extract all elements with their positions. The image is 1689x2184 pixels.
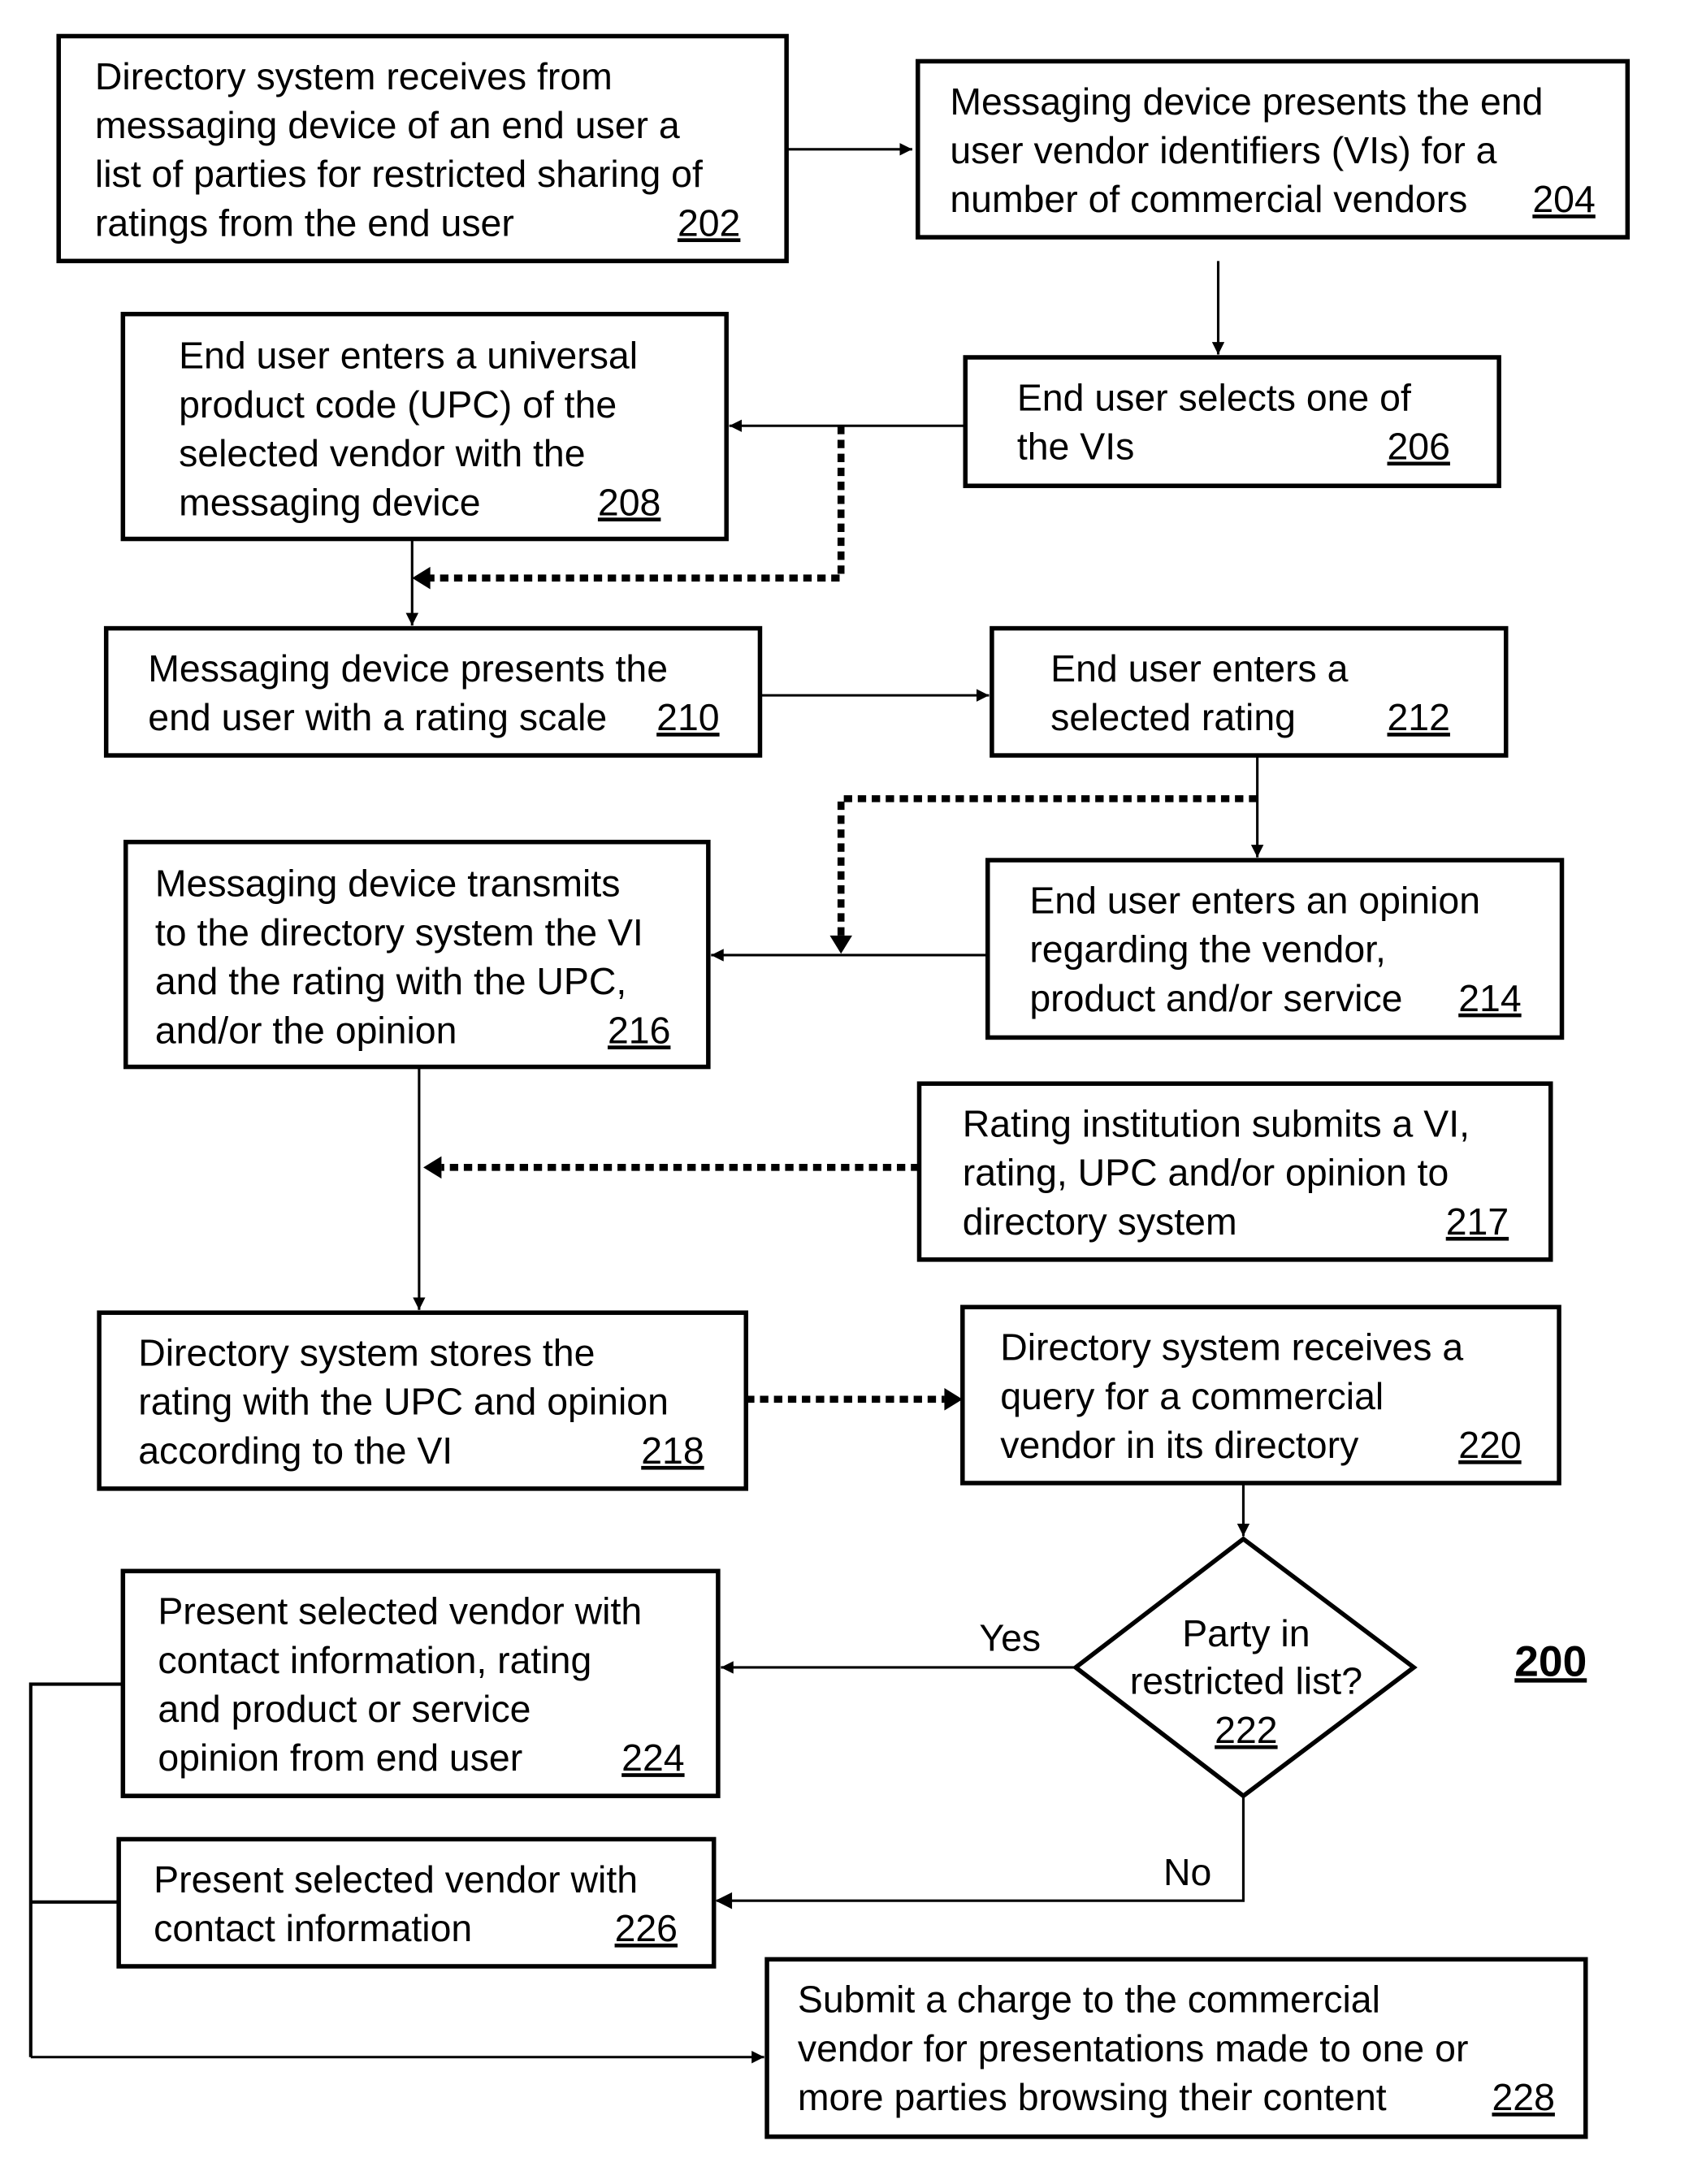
- step-210-line: end user with a rating scale: [148, 696, 607, 738]
- step-210-ref: 210: [656, 696, 719, 738]
- step-204-line: number of commercial vendors: [950, 178, 1467, 220]
- step-202: Directory system receives from messaging…: [56, 33, 789, 264]
- step-226-ref: 226: [615, 1907, 678, 1949]
- step-218: Directory system stores the rating with …: [97, 1310, 749, 1491]
- step-206-ref: 206: [1388, 426, 1450, 468]
- step-217-line: rating, UPC and/or opinion to: [963, 1152, 1449, 1194]
- step-214-line: End user enters an opinion: [1029, 879, 1480, 921]
- dashed-arrowhead-220: [944, 1388, 963, 1411]
- step-214-ref: 214: [1458, 977, 1521, 1019]
- step-214: End user enters an opinion regarding the…: [985, 858, 1565, 1040]
- step-218-ref: 218: [641, 1429, 704, 1472]
- step-226-line: Present selected vendor with: [154, 1858, 638, 1901]
- step-202-line: messaging device of an end user a: [95, 104, 680, 146]
- step-206-line: the VIs: [1017, 426, 1134, 468]
- step-216-ref: 216: [608, 1009, 670, 1051]
- step-208-line: selected vendor with the: [179, 432, 585, 474]
- step-228: Submit a charge to the commercial vendor…: [764, 1957, 1588, 2139]
- step-218-line: Directory system stores the: [138, 1332, 595, 1374]
- figure-label: 200: [1514, 1637, 1587, 1685]
- decision-222: Party in restricted list? 222: [1072, 1536, 1418, 1799]
- arrowhead-226: [715, 1892, 733, 1909]
- branch-no-label: No: [1163, 1851, 1211, 1893]
- step-204-line: Messaging device presents the end: [950, 80, 1543, 123]
- step-202-line: ratings from the end user: [95, 201, 514, 244]
- step-208-line: product code (UPC) of the: [179, 383, 617, 426]
- step-217-ref: 217: [1446, 1200, 1509, 1243]
- step-212-ref: 212: [1388, 696, 1450, 738]
- step-212-line: End user enters a: [1050, 647, 1349, 690]
- step-202-line: Directory system receives from: [95, 55, 613, 97]
- step-217: Rating institution submits a VI, rating,…: [916, 1081, 1553, 1262]
- step-212-line: selected rating: [1050, 696, 1296, 738]
- step-224-ref: 224: [621, 1736, 684, 1779]
- step-208: End user enters a universal product code…: [120, 311, 729, 542]
- step-204-line: user vendor identifiers (VIs) for a: [950, 129, 1496, 171]
- step-216-line: and/or the opinion: [155, 1009, 457, 1051]
- step-206: End user selects one of the VIs 206: [963, 355, 1501, 488]
- dashed-arrowhead-210: [412, 566, 431, 590]
- decision-222-line: Party in: [1182, 1612, 1310, 1654]
- step-220-line: vendor in its directory: [1000, 1424, 1359, 1466]
- step-212: End user enters a selected rating 212: [990, 625, 1509, 758]
- step-206-line: End user selects one of: [1017, 376, 1411, 418]
- decision-222-ref: 222: [1215, 1709, 1277, 1751]
- step-214-line: regarding the vendor,: [1029, 928, 1386, 971]
- step-228-line: more parties browsing their content: [798, 2076, 1387, 2118]
- step-208-line: End user enters a universal: [179, 335, 638, 377]
- step-220-ref: 220: [1458, 1424, 1521, 1466]
- step-204-ref: 204: [1532, 178, 1595, 220]
- step-224-line: contact information, rating: [158, 1639, 591, 1681]
- step-208-line: messaging device: [179, 481, 480, 523]
- connector-224-226-to-228: [28, 1682, 123, 2057]
- step-202-line: list of parties for restricted sharing o…: [95, 153, 703, 195]
- step-216-line: Messaging device transmits: [155, 863, 621, 905]
- step-218-line: rating with the UPC and opinion: [138, 1381, 669, 1423]
- step-226-line: contact information: [154, 1907, 472, 1949]
- step-226: Present selected vendor with contact inf…: [116, 1836, 717, 1969]
- branch-yes-label: Yes: [979, 1616, 1041, 1659]
- step-228-ref: 228: [1492, 2076, 1554, 2118]
- step-224-line: and product or service: [158, 1688, 531, 1730]
- dashed-arrowhead-216: [829, 935, 852, 954]
- step-210: Messaging device presents the end user w…: [103, 625, 763, 758]
- step-210-line: Messaging device presents the: [148, 647, 668, 690]
- step-216-line: and the rating with the UPC,: [155, 960, 626, 1002]
- flowchart-200: Directory system receives from messaging…: [28, 33, 1631, 2139]
- step-204: Messaging device presents the end user v…: [916, 58, 1631, 240]
- step-228-line: vendor for presentations made to one or: [798, 2027, 1469, 2069]
- step-217-line: directory system: [963, 1200, 1237, 1243]
- step-218-line: according to the VI: [138, 1429, 453, 1472]
- decision-222-line: restricted list?: [1130, 1660, 1362, 1702]
- step-224-line: Present selected vendor with: [158, 1590, 642, 1633]
- step-220-line: Directory system receives a: [1000, 1326, 1463, 1369]
- step-220: Directory system receives a query for a …: [960, 1304, 1561, 1486]
- step-216: Messaging device transmits to the direct…: [123, 839, 711, 1070]
- step-220-line: query for a commercial: [1000, 1375, 1384, 1417]
- step-208-ref: 208: [598, 481, 660, 523]
- step-202-ref: 202: [678, 201, 740, 244]
- step-216-line: to the directory system the VI: [155, 911, 643, 954]
- step-224: Present selected vendor with contact inf…: [120, 1568, 721, 1798]
- step-228-line: Submit a charge to the commercial: [798, 1979, 1380, 2021]
- step-217-line: Rating institution submits a VI,: [963, 1103, 1470, 1145]
- step-214-line: product and/or service: [1029, 977, 1402, 1019]
- dashed-arrowhead-217: [423, 1156, 442, 1179]
- step-224-line: opinion from end user: [158, 1736, 522, 1779]
